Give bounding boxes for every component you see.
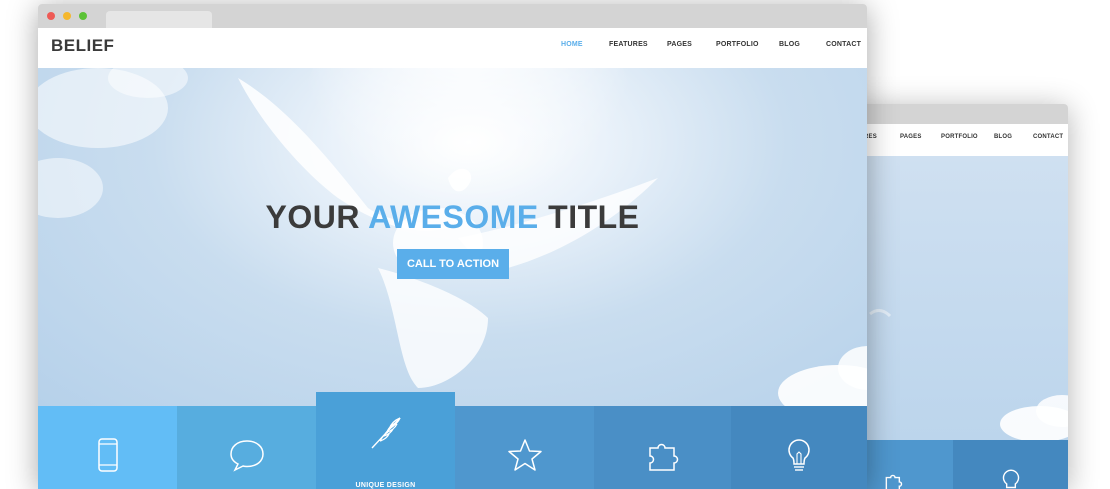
star-icon <box>507 439 542 471</box>
hero-section: YOUR AWESOME TITLE CALL TO ACTION <box>38 68 867 406</box>
nav-item-pages[interactable]: PAGES <box>900 134 922 140</box>
close-window-button[interactable] <box>47 12 55 20</box>
nav-item-pages[interactable]: PAGES <box>667 41 692 48</box>
nav-item-contact[interactable]: CONTACT <box>826 41 861 48</box>
minimize-window-button[interactable] <box>63 12 71 20</box>
nav-item-blog[interactable]: BLOG <box>779 41 800 48</box>
feature-label: UNIQUE DESIGN <box>355 482 416 489</box>
secondary-hero <box>840 156 1068 440</box>
nav-item-portfolio[interactable]: PORTFOLIO <box>716 41 759 48</box>
feature-tile-star[interactable] <box>455 406 594 489</box>
lightbulb-icon <box>788 439 810 471</box>
nav-item-portfolio[interactable]: PORTFOLIO <box>941 134 978 140</box>
nav-item-home[interactable]: HOME <box>561 41 583 48</box>
feature-tile-lightbulb[interactable] <box>731 406 867 489</box>
feather-icon <box>370 417 401 449</box>
puzzle-icon <box>648 443 678 471</box>
dove-illustration <box>38 68 867 406</box>
feature-tile-phone[interactable] <box>38 406 177 489</box>
hero-title-post: TITLE <box>548 199 640 235</box>
browser-chrome <box>840 104 1068 124</box>
secondary-feature-strip <box>840 440 1068 489</box>
browser-chrome <box>38 4 867 28</box>
hero-title-accent: AWESOME <box>368 199 539 235</box>
hero-title-pre: YOUR <box>265 199 360 235</box>
site-logo[interactable]: BELIEF <box>51 36 114 56</box>
puzzle-icon <box>885 474 903 489</box>
phone-icon <box>97 438 118 472</box>
feature-tile[interactable] <box>953 440 1068 489</box>
site-navbar: BELIEF HOME FEATURES PAGES PORTFOLIO BLO… <box>38 32 867 68</box>
clouds-illustration <box>869 309 1068 440</box>
feature-strip: UNIQUE DESIGN <box>38 392 867 489</box>
secondary-navbar: RES PAGES PORTFOLIO BLOG CONTACT <box>840 124 1068 156</box>
feature-tile-unique-design[interactable]: UNIQUE DESIGN <box>316 392 455 489</box>
nav-item-features[interactable]: FEATURES <box>609 41 648 48</box>
hero-title: YOUR AWESOME TITLE <box>38 199 867 236</box>
feature-tile-chat[interactable] <box>177 406 316 489</box>
secondary-browser-window: RES PAGES PORTFOLIO BLOG CONTACT <box>840 104 1068 489</box>
call-to-action-button[interactable]: CALL TO ACTION <box>397 249 509 279</box>
lightbulb-icon <box>1002 469 1020 489</box>
main-browser-window: BELIEF HOME FEATURES PAGES PORTFOLIO BLO… <box>38 4 867 489</box>
chat-bubble-icon <box>229 440 264 472</box>
maximize-window-button[interactable] <box>79 12 87 20</box>
feature-tile-puzzle[interactable] <box>594 406 731 489</box>
browser-tab[interactable] <box>106 11 212 28</box>
nav-item-blog[interactable]: BLOG <box>994 134 1012 140</box>
nav-item-contact[interactable]: CONTACT <box>1033 134 1063 140</box>
